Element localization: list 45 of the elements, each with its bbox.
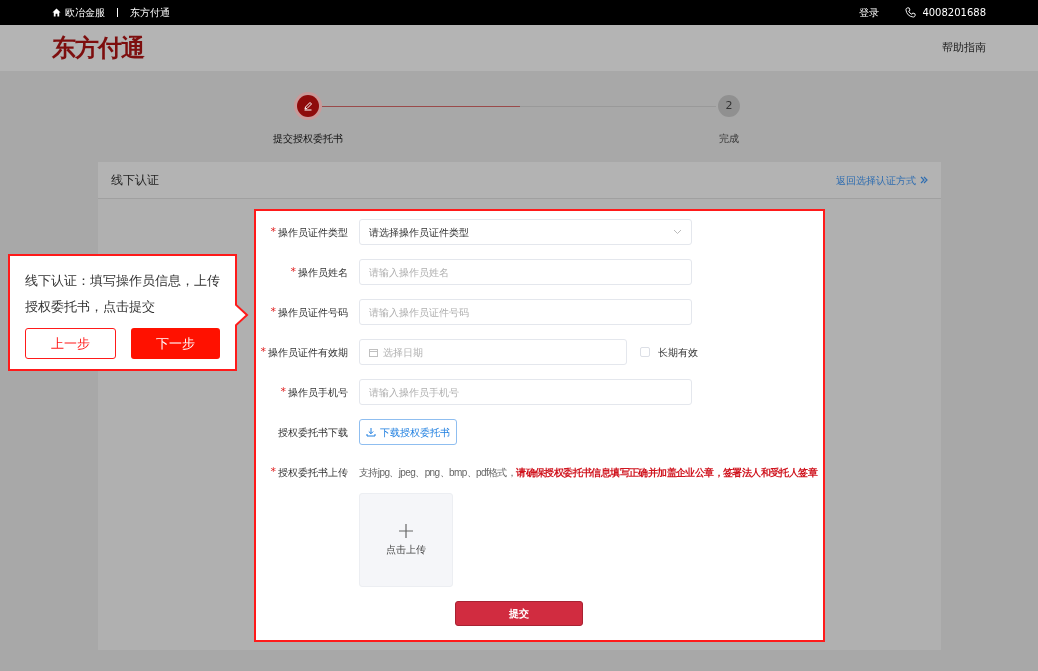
calendar-icon (369, 347, 378, 357)
home-link[interactable]: 欧冶金服 (52, 5, 105, 20)
field-label: 授权委托书上传 (278, 465, 348, 480)
field-label: 操作员姓名 (298, 265, 348, 280)
chevron-down-icon (673, 229, 682, 235)
required-mark: * (280, 383, 286, 400)
upload-button[interactable]: 点击上传 (359, 493, 453, 587)
required-mark: * (260, 343, 266, 360)
field-label: 操作员手机号 (288, 385, 348, 400)
checkbox[interactable] (640, 347, 650, 357)
login-link[interactable]: 登录 (859, 5, 880, 20)
field-label: 操作员证件号码 (278, 305, 348, 320)
required-mark: * (270, 223, 276, 240)
select-field[interactable]: 请选择操作员证件类型 (359, 219, 692, 245)
tour-text: 线下认证：填写操作员信息，上传授权委托书，点击提交 (25, 272, 220, 316)
back-link[interactable]: 返回选择认证方式 (836, 172, 916, 188)
input-field[interactable]: 请输入操作员手机号 (359, 379, 692, 405)
previous-button[interactable]: 上一步 (25, 328, 116, 359)
upload-hint: 支持jpg、jpeg、png、bmp、pdf格式，请确保授权委托书信息填写正确并加盖企业公章，签署法人和受托人签章 (359, 465, 818, 480)
help-link[interactable]: 帮助指南 (942, 39, 986, 57)
required-mark: * (290, 263, 296, 280)
field-label: 授权委托书下载 (278, 425, 348, 440)
section-title: 线下认证 (111, 172, 159, 189)
brand-link[interactable]: 东方付通 (130, 5, 170, 20)
input-field[interactable]: 请输入操作员姓名 (359, 259, 692, 285)
phone-icon (905, 7, 917, 18)
checkbox-label: 长期有效 (658, 345, 698, 360)
step-label: 完成 (719, 132, 739, 146)
submit-button[interactable]: 提交 (455, 601, 583, 626)
input-field[interactable]: 请输入操作员证件号码 (359, 299, 692, 325)
field-label: 操作员证件有效期 (268, 345, 348, 360)
next-button[interactable]: 下一步 (130, 328, 220, 359)
logo[interactable]: 东方付通 (52, 36, 144, 60)
step-label: 提交授权委托书 (273, 132, 343, 146)
step-number: 2 (718, 95, 740, 117)
pencil-icon (303, 101, 313, 111)
plus-icon (399, 523, 413, 538)
double-chevron-icon (920, 176, 928, 184)
field-label: 操作员证件类型 (278, 225, 348, 240)
download-button[interactable]: 下载授权委托书 (359, 419, 457, 445)
download-icon (366, 427, 376, 437)
home-icon (52, 8, 61, 17)
required-mark: * (270, 303, 276, 320)
required-mark: * (270, 463, 276, 480)
phone-number: 4008201688 (922, 6, 986, 20)
